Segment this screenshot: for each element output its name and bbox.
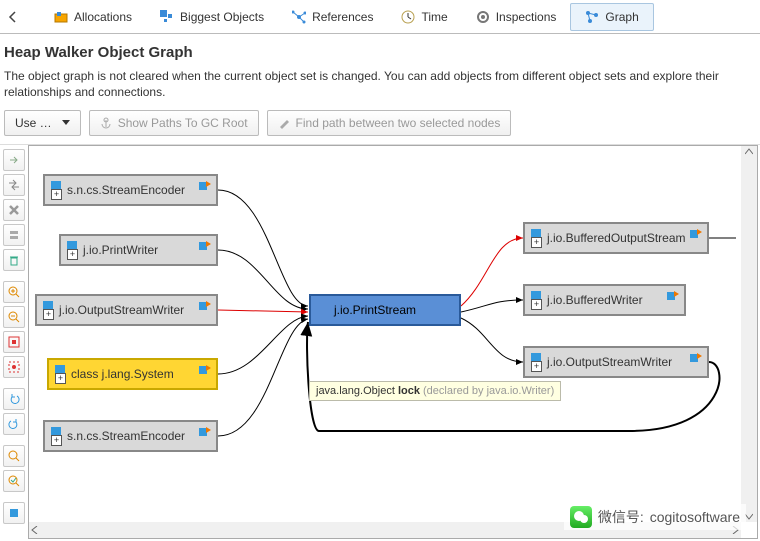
tab-references[interactable]: References — [278, 4, 387, 30]
side-marker[interactable] — [3, 502, 25, 524]
side-fit[interactable] — [3, 331, 25, 353]
tab-inspections[interactable]: Inspections — [462, 4, 571, 30]
scroll-up-icon — [745, 148, 753, 156]
watermark: 微信号: cogitosoftware — [564, 504, 746, 530]
tooltip-text: java.lang.Object — [316, 385, 398, 397]
tab-biggest-objects[interactable]: Biggest Objects — [146, 4, 278, 30]
allocations-icon — [54, 10, 68, 24]
tab-label: Graph — [605, 10, 638, 24]
references-icon — [292, 10, 306, 24]
expand-icon[interactable]: + — [531, 237, 542, 248]
expand-icon[interactable]: + — [43, 309, 54, 320]
node-label: j.io.OutputStreamWriter — [547, 355, 672, 369]
tab-bar: Allocations Biggest Objects References T… — [0, 0, 760, 34]
button-label: Find path between two selected nodes — [296, 116, 501, 130]
node-label: j.io.PrintWriter — [83, 243, 158, 257]
side-zoom-in[interactable] — [3, 281, 25, 303]
node-label: j.io.BufferedOutputStream — [547, 231, 686, 245]
page-description: The object graph is not cleared when the… — [4, 69, 756, 100]
gear-icon — [476, 10, 490, 24]
side-fit-selection[interactable] — [3, 356, 25, 378]
out-ref-icon — [198, 425, 212, 439]
node-print-writer[interactable]: + j.io.PrintWriter — [59, 234, 218, 266]
node-label: s.n.cs.StreamEncoder — [67, 183, 185, 197]
side-arrow-right[interactable] — [3, 149, 25, 171]
show-paths-button[interactable]: Show Paths To GC Root — [89, 110, 259, 136]
node-buffered-writer[interactable]: + j.io.BufferedWriter — [523, 284, 686, 316]
node-output-stream-writer-2[interactable]: + j.io.OutputStreamWriter — [523, 346, 709, 378]
out-ref-icon — [689, 227, 703, 241]
tab-label: References — [312, 10, 373, 24]
main-area: + s.n.cs.StreamEncoder + j.io.PrintWrite… — [0, 144, 760, 541]
graph-canvas-wrapper: + s.n.cs.StreamEncoder + j.io.PrintWrite… — [28, 145, 758, 539]
caret-down-icon — [62, 120, 70, 126]
out-ref-icon — [666, 289, 680, 303]
side-delete[interactable] — [3, 199, 25, 221]
wechat-icon — [570, 506, 592, 528]
tooltip-bold: lock — [398, 385, 420, 397]
node-output-stream-writer-1[interactable]: + j.io.OutputStreamWriter — [35, 294, 218, 326]
node-buffered-output-stream[interactable]: + j.io.BufferedOutputStream — [523, 222, 709, 254]
expand-icon[interactable]: + — [55, 373, 66, 384]
scroll-left-icon — [31, 526, 39, 534]
tab-label: Biggest Objects — [180, 10, 264, 24]
tab-label: Inspections — [496, 10, 557, 24]
node-label: j.io.PrintStream — [334, 303, 416, 317]
side-zoom-out[interactable] — [3, 306, 25, 328]
use-dropdown[interactable]: Use … — [4, 110, 81, 136]
side-redo[interactable] — [3, 413, 25, 435]
side-search[interactable] — [3, 445, 25, 467]
watermark-value: cogitosoftware — [650, 509, 740, 525]
graph-icon — [585, 10, 599, 24]
side-stack[interactable] — [3, 224, 25, 246]
watermark-label: 微信号: — [598, 507, 644, 527]
scroll-down-icon — [745, 512, 753, 520]
graph-toolbar: Use … Show Paths To GC Root Find path be… — [0, 106, 760, 144]
tab-label: Time — [421, 10, 447, 24]
side-trash[interactable] — [3, 249, 25, 271]
page-title: Heap Walker Object Graph — [4, 44, 756, 61]
node-stream-encoder-2[interactable]: + s.n.cs.StreamEncoder — [43, 420, 218, 452]
expand-icon[interactable]: + — [51, 435, 62, 446]
expand-icon[interactable]: + — [51, 189, 62, 200]
expand-icon[interactable]: + — [531, 299, 542, 310]
side-undo[interactable] — [3, 388, 25, 410]
vertical-scrollbar[interactable] — [741, 146, 757, 522]
node-system-class[interactable]: + class j.lang.System — [47, 358, 218, 390]
node-label: j.io.OutputStreamWriter — [59, 303, 184, 317]
find-path-button[interactable]: Find path between two selected nodes — [267, 110, 512, 136]
tab-label: Allocations — [74, 10, 132, 24]
back-button[interactable] — [4, 3, 20, 31]
biggest-icon — [160, 10, 174, 24]
page-header: Heap Walker Object Graph The object grap… — [0, 34, 760, 106]
button-label: Use … — [15, 116, 52, 130]
tab-time[interactable]: Time — [387, 4, 461, 30]
expand-icon[interactable]: + — [531, 361, 542, 372]
node-label: j.io.BufferedWriter — [547, 293, 643, 307]
edge-tooltip: java.lang.Object lock (declared by java.… — [309, 381, 561, 401]
expand-icon[interactable]: + — [67, 249, 78, 260]
node-print-stream[interactable]: j.io.PrintStream — [309, 294, 461, 326]
out-ref-icon — [198, 299, 212, 313]
pencil-icon — [278, 117, 290, 129]
node-label: class j.lang.System — [71, 367, 174, 381]
out-ref-icon — [198, 239, 212, 253]
button-label: Show Paths To GC Root — [118, 116, 248, 130]
out-ref-icon — [689, 351, 703, 365]
side-search-next[interactable] — [3, 470, 25, 492]
graph-canvas[interactable]: + s.n.cs.StreamEncoder + j.io.PrintWrite… — [29, 146, 741, 522]
clock-icon — [401, 10, 415, 24]
node-stream-encoder-1[interactable]: + s.n.cs.StreamEncoder — [43, 174, 218, 206]
node-label: s.n.cs.StreamEncoder — [67, 429, 185, 443]
anchor-icon — [100, 117, 112, 129]
tooltip-faded: (declared by java.io.Writer) — [420, 385, 554, 397]
out-ref-icon — [198, 179, 212, 193]
side-toolbar — [0, 145, 28, 541]
tab-allocations[interactable]: Allocations — [40, 4, 146, 30]
out-ref-icon — [198, 363, 212, 377]
tab-graph[interactable]: Graph — [570, 3, 653, 31]
side-arrows[interactable] — [3, 174, 25, 196]
